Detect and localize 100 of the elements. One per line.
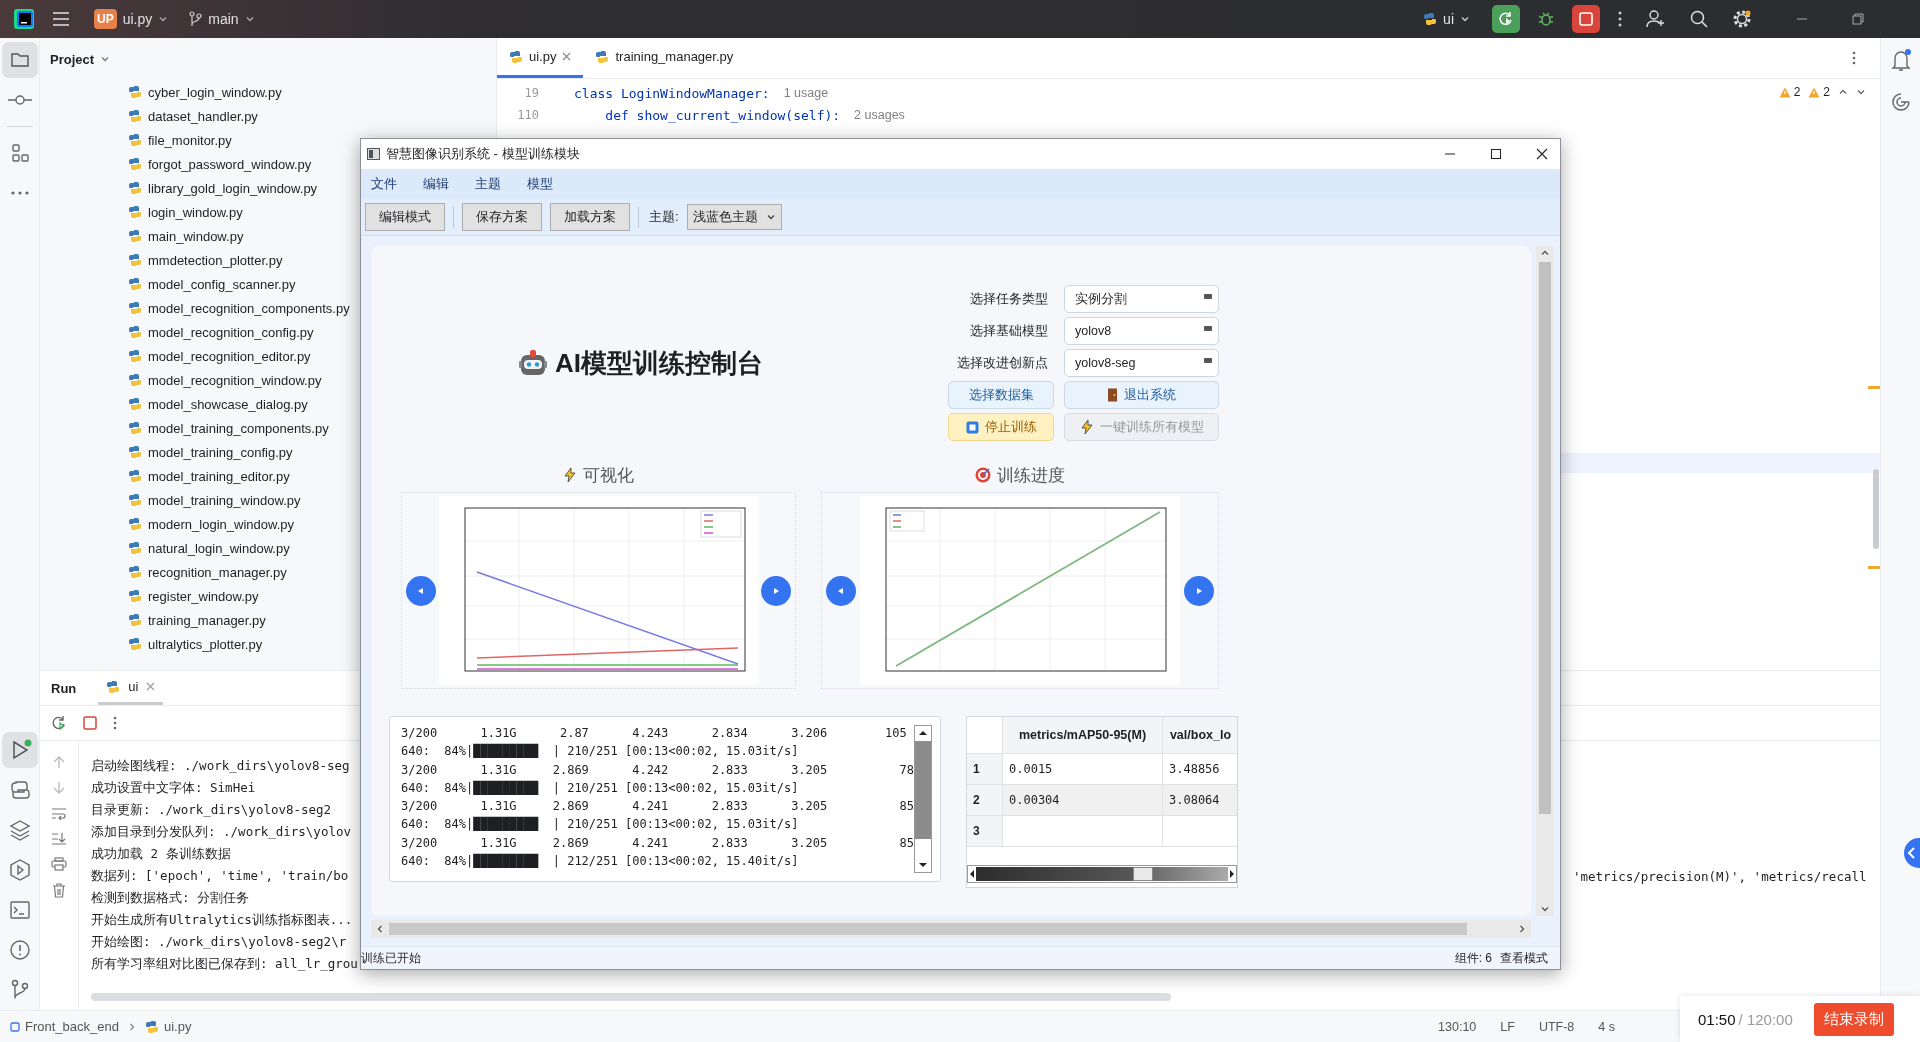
menu-icon[interactable]: [52, 12, 70, 26]
file-item[interactable]: natural_login_window.py: [128, 536, 496, 560]
stop-icon[interactable]: [83, 716, 97, 730]
toolbar-button[interactable]: 加载方案: [550, 203, 630, 231]
run-tab[interactable]: ui: [98, 671, 164, 705]
next-button[interactable]: [1184, 575, 1214, 606]
file-item[interactable]: model_training_config.py: [128, 440, 496, 464]
file-item[interactable]: model_training_window.py: [128, 488, 496, 512]
toolbar-button[interactable]: 编辑模式: [365, 203, 445, 231]
scrollbar[interactable]: [371, 920, 1531, 938]
chevron-down-icon: [1540, 904, 1550, 914]
app-logo-icon[interactable]: [14, 9, 34, 29]
branch-switcher[interactable]: main: [178, 4, 265, 34]
rerun-icon[interactable]: [51, 715, 67, 731]
editor-tab[interactable]: training_manager.py: [583, 38, 746, 78]
action-button[interactable]: 选择数据集: [948, 381, 1054, 409]
theme-dropdown[interactable]: 浅蓝色主题: [686, 204, 782, 230]
file-item[interactable]: model_training_components.py: [128, 416, 496, 440]
console-line: 开始绘图: ./work_dirs\yolov8-seg2\r: [91, 933, 347, 951]
file-item[interactable]: recognition_manager.py: [128, 560, 496, 584]
file-item[interactable]: modern_login_window.py: [128, 512, 496, 536]
file-item[interactable]: model_recognition_components.py: [128, 296, 496, 320]
indent-setting[interactable]: 4 s: [1598, 1019, 1615, 1034]
close-icon[interactable]: [1536, 148, 1548, 160]
scrollbar[interactable]: [967, 865, 1237, 883]
previous-button[interactable]: [826, 575, 856, 606]
more-icon[interactable]: [1618, 11, 1622, 27]
caret-position[interactable]: 130:10: [1438, 1019, 1477, 1034]
component-count: 组件: 6: [1454, 949, 1492, 967]
more-icon[interactable]: [1852, 51, 1856, 65]
warning-count[interactable]: 2: [1778, 85, 1801, 99]
scroll-to-end-icon[interactable]: [51, 831, 67, 846]
python-icon: [128, 253, 142, 267]
scrollbar[interactable]: [914, 725, 932, 873]
usage-hint[interactable]: 2 usages: [854, 108, 905, 122]
python-icon: [128, 85, 142, 99]
select-field[interactable]: 实例分割: [1064, 285, 1219, 313]
table-cell: 0.0015: [1003, 754, 1163, 784]
file-item[interactable]: model_recognition_window.py: [128, 368, 496, 392]
editor-tab[interactable]: ui.py: [497, 38, 584, 78]
file-item[interactable]: model_showcase_dialog.py: [128, 392, 496, 416]
file-item[interactable]: model_config_scanner.py: [128, 272, 496, 296]
print-icon[interactable]: [51, 857, 67, 871]
restore-icon[interactable]: [1852, 13, 1864, 25]
scroll-thumb[interactable]: [1133, 867, 1153, 881]
python-icon: [509, 49, 523, 64]
menu-item[interactable]: 主题: [475, 175, 501, 193]
scrollbar[interactable]: [1536, 246, 1554, 916]
rerun-button[interactable]: [1492, 5, 1520, 33]
search-icon[interactable]: [1690, 10, 1708, 28]
breadcrumb-link[interactable]: Front_back_end: [10, 1019, 119, 1034]
file-item[interactable]: ultralytics_plotter.py: [128, 632, 496, 656]
column-header[interactable]: val/box_lo: [1163, 717, 1237, 753]
column-header[interactable]: metrics/mAP50-95(M): [1003, 717, 1163, 753]
file-item[interactable]: model_recognition_config.py: [128, 320, 496, 344]
add-user-icon[interactable]: [1646, 10, 1666, 28]
menu-item[interactable]: 模型: [527, 175, 553, 193]
breadcrumb-link[interactable]: ui.py: [144, 1019, 192, 1034]
error-stripe-mark: [1868, 386, 1880, 389]
run-config-switcher[interactable]: ui: [1413, 4, 1480, 34]
action-button[interactable]: 退出系统: [1064, 381, 1219, 409]
select-field[interactable]: yolov8-seg: [1064, 349, 1219, 377]
row-header[interactable]: 3: [967, 816, 1003, 846]
row-header[interactable]: 2: [967, 785, 1003, 815]
scrollbar[interactable]: [1873, 469, 1879, 549]
stop-recording-button[interactable]: 结束录制: [1814, 1002, 1894, 1036]
console-line: 'metrics/precision(M)', 'metrics/recall: [1573, 868, 1867, 884]
python-icon: [128, 613, 142, 627]
file-item[interactable]: dataset_handler.py: [128, 104, 496, 128]
app-icon: [367, 148, 380, 160]
select-field[interactable]: yolov8: [1064, 317, 1219, 345]
file-item[interactable]: model_training_editor.py: [128, 464, 496, 488]
file-item[interactable]: mmdetection_plotter.py: [128, 248, 496, 272]
file-item[interactable]: training_manager.py: [128, 608, 496, 632]
action-button[interactable]: 停止训练: [948, 413, 1054, 441]
maximize-icon[interactable]: [1490, 148, 1502, 160]
run-icon[interactable]: [1, 732, 38, 768]
project-view-selector[interactable]: Project: [50, 51, 111, 67]
usage-hint[interactable]: 1 usage: [783, 86, 829, 100]
settings-icon[interactable]: [1732, 9, 1752, 29]
toolbar-button[interactable]: 保存方案: [462, 203, 542, 231]
folder-icon[interactable]: [1, 42, 38, 78]
file-item[interactable]: model_recognition_editor.py: [128, 344, 496, 368]
row-header[interactable]: 1: [967, 754, 1003, 784]
menu-item[interactable]: 编辑: [423, 175, 449, 193]
stop-button[interactable]: [1572, 5, 1600, 33]
trash-icon[interactable]: [52, 882, 66, 898]
file-item[interactable]: register_window.py: [128, 584, 496, 608]
line-separator[interactable]: LF: [1500, 1019, 1515, 1034]
menu-item[interactable]: 文件: [371, 175, 397, 193]
previous-button[interactable]: [406, 575, 436, 606]
branch-icon: [188, 11, 203, 27]
more-icon[interactable]: [113, 716, 117, 730]
file-encoding[interactable]: UTF-8: [1538, 1019, 1575, 1034]
scrollbar[interactable]: [91, 993, 1171, 1001]
warning-count[interactable]: 2: [1808, 85, 1830, 99]
next-button[interactable]: [761, 575, 791, 606]
file-item[interactable]: cyber_login_window.py: [128, 80, 496, 104]
project-switcher[interactable]: UP ui.py: [84, 4, 179, 34]
soft-wrap-icon[interactable]: [51, 806, 67, 820]
